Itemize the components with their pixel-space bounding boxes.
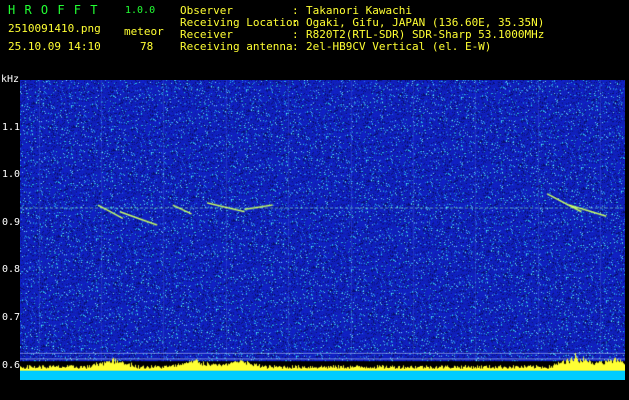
filename-label: 2510091410.png [8,22,101,35]
y-tick-label: 0.6 [2,359,21,371]
y-tick-label: 0.9 [2,216,21,228]
app-version: 1.0.0 [125,5,156,16]
datetime-label: 25.10.09 14:10 [8,40,101,53]
y-tick-labels: 1.1 1.0 0.9 0.8 0.7 0.6 [0,78,20,400]
meteor-count: 78 [140,40,154,53]
header-panel: H R O F F T 1.0.0 2510091410.png meteor … [0,0,629,74]
y-tick-label: 1.0 [2,169,21,181]
y-tick-label: 0.8 [2,264,21,276]
app-title: H R O F F T [8,3,99,17]
info-value: 2el-HB9CV Vertical (el. E-W) [306,40,492,53]
y-tick-label: 0.7 [2,312,21,324]
station-info: Observer: Takanori Kawachi Receiving Loca… [180,5,544,53]
y-tick-label: 1.1 [2,121,21,133]
spectrogram-canvas [20,80,625,380]
meteor-label: meteor [124,25,164,38]
info-key: Receiving antenna [180,40,293,53]
info-row-antenna: Receiving antenna: 2el-HB9CV Vertical (el… [180,40,492,53]
